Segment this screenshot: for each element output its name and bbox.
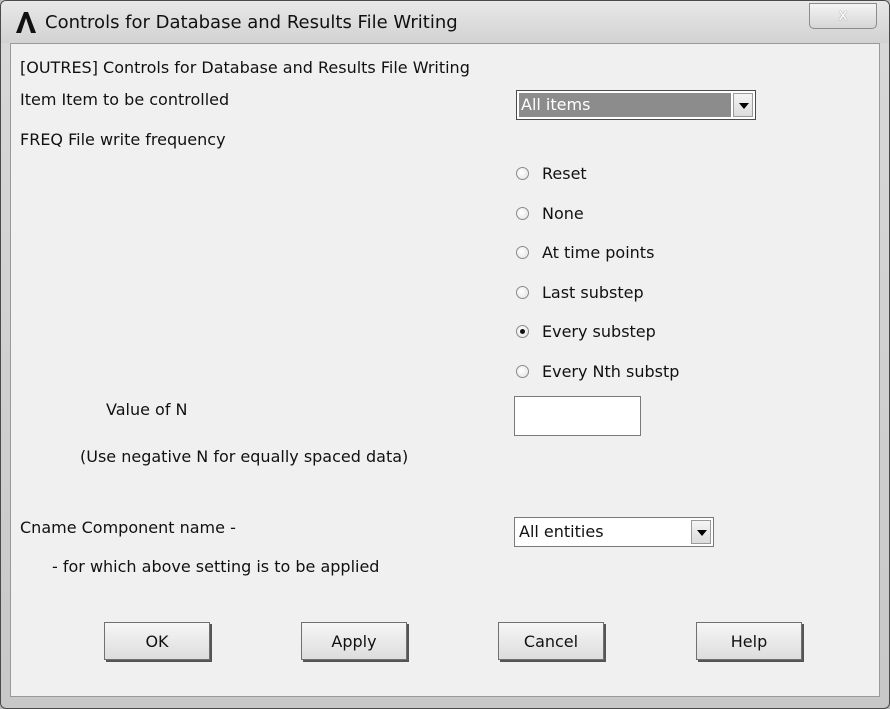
dialog-header-label: [OUTRES] Controls for Database and Resul… <box>20 58 470 77</box>
cname-hint: - for which above setting is to be appli… <box>52 557 380 576</box>
dialog-content: [OUTRES] Controls for Database and Resul… <box>10 43 880 697</box>
value-of-n-hint: (Use negative N for equally spaced data) <box>80 447 409 466</box>
window-title: Controls for Database and Results File W… <box>45 12 458 33</box>
close-button[interactable]: x <box>809 3 877 29</box>
freq-label: FREQ File write frequency <box>20 130 226 149</box>
cname-label: Cname Component name - <box>20 518 236 537</box>
ok-button[interactable]: OK <box>104 622 210 660</box>
item-dropdown[interactable]: All items <box>516 90 756 120</box>
chevron-down-icon[interactable] <box>691 520 711 544</box>
radio-button-icon[interactable] <box>516 207 529 220</box>
help-button[interactable]: Help <box>696 622 802 660</box>
freq-option-label: Reset <box>542 164 587 183</box>
value-of-n-label: Value of N <box>106 400 188 419</box>
freq-option-label: At time points <box>542 243 655 262</box>
radio-button-icon[interactable] <box>516 246 529 259</box>
value-of-n-input[interactable] <box>514 396 641 436</box>
ansys-logo-icon <box>16 12 36 33</box>
freq-option-label: Last substep <box>542 283 644 302</box>
cancel-button[interactable]: Cancel <box>498 622 604 660</box>
radio-button-icon[interactable] <box>516 286 529 299</box>
apply-button[interactable]: Apply <box>301 622 407 660</box>
freq-option-label: None <box>542 204 584 223</box>
radio-button-icon[interactable] <box>516 325 529 338</box>
radio-button-icon[interactable] <box>516 167 529 180</box>
chevron-down-icon[interactable] <box>733 93 753 117</box>
dialog-window: Controls for Database and Results File W… <box>0 0 890 709</box>
cname-dropdown[interactable]: All entities <box>514 517 714 547</box>
item-dropdown-value: All items <box>519 93 731 117</box>
radio-button-icon[interactable] <box>516 365 529 378</box>
title-bar[interactable]: Controls for Database and Results File W… <box>1 1 889 43</box>
item-label: Item Item to be controlled <box>20 90 230 109</box>
cname-dropdown-value: All entities <box>519 522 604 541</box>
freq-option-label: Every substep <box>542 322 656 341</box>
freq-option-label: Every Nth substp <box>542 362 680 381</box>
